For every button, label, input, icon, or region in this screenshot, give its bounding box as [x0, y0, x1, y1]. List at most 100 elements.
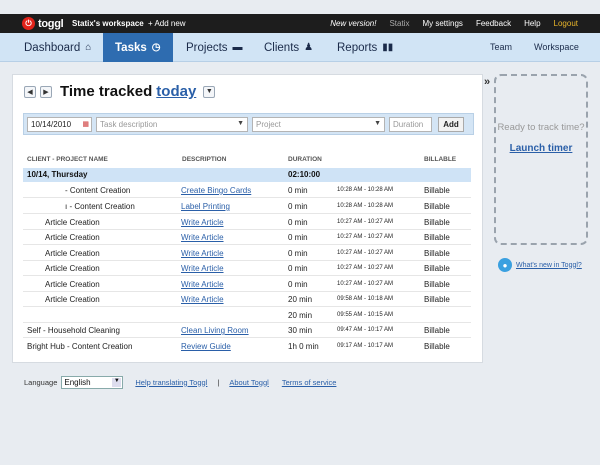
top-links: New version! Statix My settings Feedback…	[330, 19, 600, 28]
table-row: Article Creation Write Article 0 min 10:…	[23, 261, 471, 276]
launch-timer-link[interactable]: Launch timer	[496, 143, 586, 154]
group-total: 02:10:00	[288, 170, 321, 179]
my-settings-link[interactable]: My settings	[422, 19, 462, 28]
toggl-logo[interactable]: ⏻ toggl	[22, 17, 64, 30]
table-row: ı - Content Creation Label Printing 0 mi…	[23, 199, 471, 214]
row-description-link[interactable]: Create Bingo Cards	[181, 186, 251, 195]
today-link[interactable]: today	[156, 83, 196, 100]
row-time-range: 10:28 AM - 10:28 AM	[337, 187, 394, 193]
task-description-placeholder: Task description	[100, 120, 158, 129]
workspace-selector[interactable]: Statix's workspace	[72, 19, 144, 28]
date-value: 10/14/2010	[31, 120, 72, 129]
row-duration: 0 min	[288, 280, 308, 289]
row-client: ı - Content Creation	[65, 202, 135, 211]
chevron-down-icon[interactable]: ▼	[237, 120, 244, 127]
language-select[interactable]: English ▼	[61, 375, 124, 389]
col-billable: BILLABLE	[424, 156, 457, 163]
team-link[interactable]: Team	[490, 42, 512, 52]
new-entry-bar: 10/14/2010 ▦ Task description ▼ Project …	[23, 113, 474, 135]
row-duration: 0 min	[288, 186, 308, 195]
row-description-link[interactable]: Review Guide	[181, 342, 231, 351]
tab-dashboard[interactable]: Dashboard ⌂	[12, 33, 103, 62]
row-duration: 0 min	[288, 264, 308, 273]
project-select[interactable]: Project ▼	[252, 117, 385, 132]
page-title: Time tracked today	[60, 83, 196, 100]
timer-panel: Ready to track time? Launch timer	[494, 74, 588, 245]
prev-day-button[interactable]: ◀	[24, 85, 36, 98]
help-link[interactable]: Help	[524, 19, 540, 28]
table-row: Bright Hub - Content Creation Review Gui…	[23, 339, 471, 354]
workspace-link[interactable]: Workspace	[534, 42, 579, 52]
row-description-link[interactable]: Label Printing	[181, 202, 230, 211]
title-row: ◀ ▶ Time tracked today ▼	[24, 83, 216, 100]
row-client: Article Creation	[45, 280, 100, 289]
table-row: Article Creation Write Article 0 min 10:…	[23, 277, 471, 292]
duration-input[interactable]: Duration	[389, 117, 432, 132]
footer-separator: |	[217, 377, 220, 387]
whats-new: ● What's new in Toggl?	[498, 258, 582, 272]
row-description-link[interactable]: Write Article	[181, 233, 224, 242]
row-billable: Billable	[424, 186, 450, 195]
tab-tasks-label: Tasks	[115, 41, 147, 54]
row-time-range: 10:27 AM - 10:27 AM	[337, 265, 394, 271]
row-billable: Billable	[424, 202, 450, 211]
tab-projects-label: Projects	[186, 41, 228, 54]
help-translating-link[interactable]: Help translating Toggl	[135, 378, 207, 387]
row-description-link[interactable]: Write Article	[181, 218, 224, 227]
row-billable: Billable	[424, 326, 450, 335]
row-duration: 20 min	[288, 295, 313, 304]
row-description-link[interactable]: Clean Living Room	[181, 326, 249, 335]
row-duration: 0 min	[288, 202, 308, 211]
row-time-range: 09:17 AM - 10:17 AM	[337, 343, 394, 349]
row-duration: 20 min	[288, 311, 313, 320]
bar-chart-icon: ▮▮	[382, 42, 394, 53]
collapse-sidebar-icon[interactable]: »	[484, 76, 490, 88]
table-row: 20 min 09:55 AM - 10:15 AM	[23, 308, 471, 323]
row-time-range: 10:27 AM - 10:27 AM	[337, 250, 394, 256]
new-version-link[interactable]: New version!	[330, 19, 376, 28]
people-icon: ♟	[304, 42, 314, 53]
terms-link[interactable]: Terms of service	[282, 378, 337, 387]
row-duration: 0 min	[288, 249, 308, 258]
row-description-link[interactable]: Write Article	[181, 295, 224, 304]
tab-reports[interactable]: Reports ▮▮	[325, 33, 405, 62]
tab-clients[interactable]: Clients ♟	[252, 33, 325, 62]
feedback-link[interactable]: Feedback	[476, 19, 511, 28]
row-time-range: 09:47 AM - 10:17 AM	[337, 327, 394, 333]
arrow-left-icon: ◀	[27, 88, 33, 96]
row-billable: Billable	[424, 264, 450, 273]
table-row: Article Creation Write Article 0 min 10:…	[23, 246, 471, 261]
row-description-link[interactable]: Write Article	[181, 249, 224, 258]
tab-tasks[interactable]: Tasks ◷	[103, 33, 173, 62]
tab-dashboard-label: Dashboard	[24, 41, 81, 54]
next-day-button[interactable]: ▶	[40, 85, 52, 98]
row-client: Bright Hub - Content Creation	[27, 342, 133, 351]
language-value: English	[64, 377, 91, 387]
row-client: Self - Household Cleaning	[27, 326, 120, 335]
row-billable: Billable	[424, 295, 450, 304]
col-description: DESCRIPTION	[182, 156, 227, 163]
add-new-link[interactable]: + Add new	[148, 19, 186, 28]
calendar-icon[interactable]: ▦	[82, 120, 89, 128]
table-row: Article Creation Write Article 20 min 09…	[23, 292, 471, 307]
logout-link[interactable]: Logout	[554, 19, 578, 28]
row-time-range: 09:58 AM - 10:18 AM	[337, 296, 394, 302]
project-placeholder: Project	[256, 120, 281, 129]
period-dropdown-button[interactable]: ▼	[203, 85, 216, 98]
logo-text: toggl	[38, 17, 64, 30]
language-label: Language	[24, 377, 58, 387]
whats-new-link[interactable]: What's new in Toggl?	[516, 262, 582, 269]
add-entry-button[interactable]: Add	[438, 117, 464, 132]
chevron-down-icon[interactable]: ▼	[374, 120, 381, 127]
date-field[interactable]: 10/14/2010 ▦	[27, 117, 92, 132]
tab-projects[interactable]: Projects ▬	[174, 33, 255, 62]
chevron-down-icon: ▼	[205, 88, 213, 95]
row-description-link[interactable]: Write Article	[181, 280, 224, 289]
row-billable: Billable	[424, 233, 450, 242]
about-link[interactable]: About Toggl	[229, 378, 268, 387]
row-client: - Content Creation	[65, 186, 131, 195]
user-name: Statix	[389, 19, 410, 28]
main-nav: Dashboard ⌂ Tasks ◷ Projects ▬ Clients ♟…	[0, 33, 600, 62]
task-description-input[interactable]: Task description ▼	[96, 117, 248, 132]
row-description-link[interactable]: Write Article	[181, 264, 224, 273]
